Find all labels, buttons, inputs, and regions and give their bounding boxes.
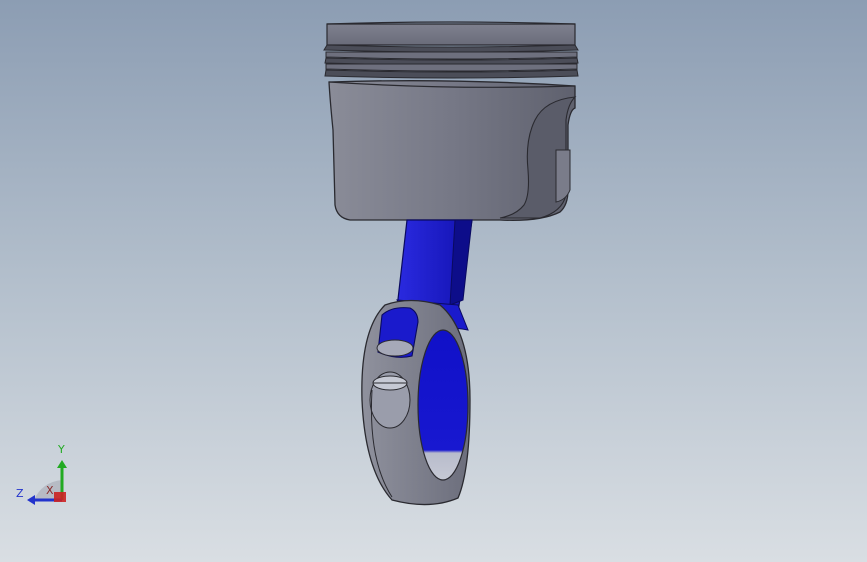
- y-axis-label: Y: [57, 443, 65, 456]
- y-axis-arrow-icon: [57, 460, 67, 468]
- x-axis-label: X: [46, 484, 54, 497]
- piston-rod-assembly[interactable]: [0, 0, 867, 562]
- graphics-viewport[interactable]: Y Z X: [0, 0, 867, 562]
- piston-skirt: [328, 80, 577, 221]
- reference-triad: Y Z X: [16, 443, 67, 505]
- connecting-rod-big-end: [361, 299, 471, 506]
- z-axis-arrow-icon: [27, 495, 35, 505]
- z-axis-label: Z: [16, 487, 24, 500]
- piston-crown: [323, 21, 579, 79]
- x-axis-arrow-icon: [54, 492, 66, 502]
